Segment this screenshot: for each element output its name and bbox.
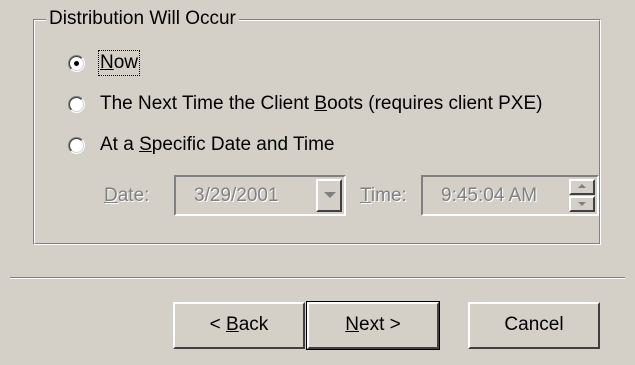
cancel-button[interactable]: Cancel [468, 302, 600, 349]
radio-now-indicator[interactable] [68, 54, 85, 72]
radio-next-client-boot[interactable]: The Next Time the Client Boots (requires… [68, 90, 542, 118]
date-picker[interactable]: 3/29/2001 [174, 175, 346, 216]
time-value: 9:45:04 AM [441, 185, 538, 206]
groupbox-title: Distribution Will Occur [46, 7, 239, 31]
radio-now-label: Now [97, 50, 141, 76]
back-button[interactable]: < Back [173, 302, 305, 349]
time-spin-up-button[interactable] [569, 179, 595, 195]
radio-specific-date-time-label: At a Specific Date and Time [100, 134, 335, 155]
date-dropdown-button[interactable] [316, 179, 342, 212]
date-value: 3/29/2001 [194, 185, 279, 206]
date-label: Date: [104, 185, 150, 206]
chevron-down-icon [324, 192, 336, 198]
radio-specific-date-time[interactable]: At a Specific Date and Time [68, 131, 334, 159]
time-picker[interactable]: 9:45:04 AM [421, 175, 599, 216]
time-spin-down-button[interactable] [569, 196, 595, 212]
arrow-up-icon [578, 184, 586, 188]
radio-specific-date-time-indicator[interactable] [68, 136, 85, 154]
radio-next-client-boot-label: The Next Time the Client Boots (requires… [100, 93, 543, 114]
radio-next-client-boot-indicator[interactable] [68, 95, 85, 113]
time-label: Time: [360, 185, 407, 206]
arrow-down-icon [578, 202, 586, 206]
radio-now[interactable]: Now [68, 49, 141, 77]
next-button[interactable]: Next > [306, 301, 440, 350]
